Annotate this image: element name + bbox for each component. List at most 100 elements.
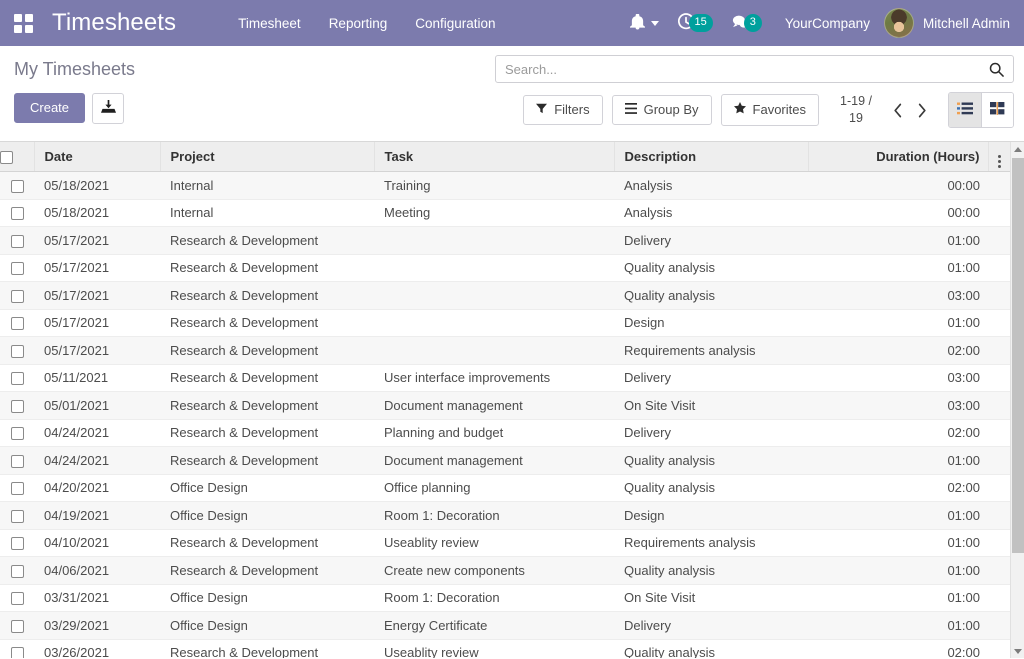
menu-item-reporting[interactable]: Reporting (327, 10, 390, 37)
search-bar[interactable] (495, 55, 1014, 83)
cell-project[interactable]: Research & Development (160, 419, 374, 448)
apps-menu-button[interactable] (0, 0, 46, 46)
cell-duration[interactable]: 03:00 (808, 364, 988, 393)
scroll-down-button[interactable] (1011, 644, 1024, 658)
row-select-cell[interactable] (0, 474, 34, 503)
row-checkbox[interactable] (10, 207, 24, 221)
cell-description[interactable]: Requirements analysis (614, 529, 808, 558)
cell-task[interactable]: User interface improvements (374, 364, 614, 393)
row-checkbox[interactable] (10, 537, 24, 551)
row-select-cell[interactable] (0, 199, 34, 228)
cell-task[interactable]: Room 1: Decoration (374, 501, 614, 530)
cell-description[interactable]: Delivery (614, 611, 808, 640)
table-row[interactable]: 04/20/2021 Office Design Office planning Qu… (0, 474, 1010, 503)
cell-description[interactable]: On Site Visit (614, 584, 808, 613)
cell-date[interactable]: 05/18/2021 (34, 171, 160, 200)
cell-description[interactable]: Delivery (614, 419, 808, 448)
column-header-task[interactable]: Task (374, 142, 615, 173)
cell-project[interactable]: Office Design (160, 474, 374, 503)
menu-item-timesheet[interactable]: Timesheet (236, 10, 303, 37)
cell-description[interactable]: Quality analysis (614, 639, 808, 658)
cell-date[interactable]: 05/17/2021 (34, 281, 160, 310)
select-all-header[interactable] (0, 142, 35, 173)
row-checkbox[interactable] (10, 289, 24, 303)
table-row[interactable]: 05/18/2021 Internal Training Analysis 00:00 (0, 171, 1010, 200)
cell-task[interactable] (374, 254, 614, 283)
create-button[interactable]: Create (14, 92, 86, 124)
table-row[interactable]: 04/06/2021 Research & Development Create n… (0, 556, 1010, 585)
row-checkbox[interactable] (10, 179, 24, 193)
cell-duration[interactable]: 02:00 (808, 474, 988, 503)
cell-date[interactable]: 05/18/2021 (34, 199, 160, 228)
cell-project[interactable]: Research & Development (160, 639, 374, 658)
cell-task[interactable]: Useablity review (374, 639, 614, 658)
messages-menu[interactable]: 3 (722, 14, 771, 33)
search-input[interactable] (505, 61, 989, 77)
row-checkbox[interactable] (10, 647, 24, 658)
cell-date[interactable]: 04/19/2021 (34, 501, 160, 530)
cell-task[interactable]: Meeting (374, 199, 614, 228)
cell-description[interactable]: On Site Visit (614, 391, 808, 420)
cell-description[interactable]: Analysis (614, 171, 808, 200)
cell-project[interactable]: Research & Development (160, 226, 374, 255)
row-select-cell[interactable] (0, 254, 34, 283)
cell-duration[interactable]: 01:00 (808, 226, 988, 255)
cell-date[interactable]: 05/11/2021 (34, 364, 160, 393)
cell-task[interactable] (374, 309, 614, 338)
cell-project[interactable]: Research & Development (160, 309, 374, 338)
table-row[interactable]: 04/10/2021 Research & Development Useablit… (0, 529, 1010, 558)
cell-project[interactable]: Internal (160, 171, 374, 200)
cell-description[interactable]: Quality analysis (614, 556, 808, 585)
cell-duration[interactable]: 01:00 (808, 584, 988, 613)
filters-button[interactable]: Filters (523, 94, 603, 126)
table-row[interactable]: 03/29/2021 Office Design Energy Certificat… (0, 611, 1010, 640)
cell-project[interactable]: Research & Development (160, 556, 374, 585)
group-by-button[interactable]: Group By (611, 94, 712, 126)
column-header-project[interactable]: Project (160, 142, 375, 173)
cell-duration[interactable]: 01:00 (808, 446, 988, 475)
row-checkbox[interactable] (10, 454, 24, 468)
cell-date[interactable]: 04/06/2021 (34, 556, 160, 585)
cell-description[interactable]: Delivery (614, 226, 808, 255)
cell-duration[interactable]: 02:00 (808, 639, 988, 658)
row-select-cell[interactable] (0, 419, 34, 448)
cell-project[interactable]: Office Design (160, 501, 374, 530)
column-options-button[interactable] (988, 142, 1010, 173)
cell-task[interactable] (374, 336, 614, 365)
row-checkbox[interactable] (10, 619, 24, 633)
row-select-cell[interactable] (0, 529, 34, 558)
cell-project[interactable]: Research & Development (160, 281, 374, 310)
table-row[interactable]: 05/17/2021 Research & Development Design 01… (0, 309, 1010, 338)
cell-description[interactable]: Analysis (614, 199, 808, 228)
cell-task[interactable]: Room 1: Decoration (374, 584, 614, 613)
cell-description[interactable]: Design (614, 501, 808, 530)
column-header-duration[interactable]: Duration (Hours) (808, 142, 989, 173)
row-checkbox[interactable] (10, 317, 24, 331)
cell-task[interactable]: Training (374, 171, 614, 200)
cell-duration[interactable]: 01:00 (808, 501, 988, 530)
row-select-cell[interactable] (0, 446, 34, 475)
cell-task[interactable]: Useablity review (374, 529, 614, 558)
cell-date[interactable]: 04/20/2021 (34, 474, 160, 503)
cell-date[interactable]: 05/17/2021 (34, 226, 160, 255)
favorites-button[interactable]: Favorites (720, 94, 819, 126)
table-row[interactable]: 04/24/2021 Research & Development Document… (0, 446, 1010, 475)
cell-task[interactable] (374, 281, 614, 310)
row-select-cell[interactable] (0, 556, 34, 585)
table-row[interactable]: 04/19/2021 Office Design Room 1: Decoratio… (0, 501, 1010, 530)
cell-date[interactable]: 05/01/2021 (34, 391, 160, 420)
row-checkbox[interactable] (10, 482, 24, 496)
row-select-cell[interactable] (0, 336, 34, 365)
table-row[interactable]: 05/17/2021 Research & Development Quality … (0, 254, 1010, 283)
row-checkbox[interactable] (10, 427, 24, 441)
table-row[interactable]: 03/31/2021 Office Design Room 1: Decoratio… (0, 584, 1010, 613)
kanban-view-button[interactable] (981, 93, 1013, 127)
cell-date[interactable]: 05/17/2021 (34, 309, 160, 338)
user-menu[interactable]: Mitchell Admin (883, 8, 1014, 38)
row-select-cell[interactable] (0, 309, 34, 338)
cell-project[interactable]: Research & Development (160, 391, 374, 420)
table-row[interactable]: 05/17/2021 Research & Development Requirem… (0, 336, 1010, 365)
row-checkbox[interactable] (10, 372, 24, 386)
cell-date[interactable]: 05/17/2021 (34, 254, 160, 283)
cell-date[interactable]: 04/24/2021 (34, 446, 160, 475)
